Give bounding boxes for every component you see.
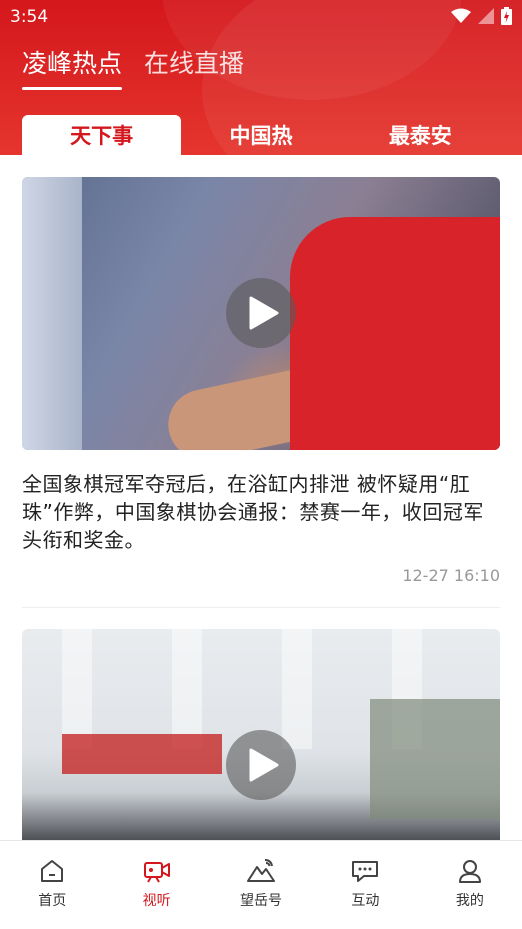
signal-icon bbox=[478, 8, 494, 24]
nav-wangyue[interactable]: 望岳号 bbox=[209, 841, 313, 929]
thumbnail-curtain bbox=[370, 699, 500, 819]
thumbnail-figure bbox=[22, 177, 82, 450]
nav-mine[interactable]: 我的 bbox=[418, 841, 522, 929]
subtab-taian[interactable]: 最泰安 bbox=[341, 115, 500, 155]
chat-icon bbox=[352, 861, 379, 882]
sub-tabs: 天下事 中国热 最泰安 bbox=[22, 115, 500, 155]
nav-label: 首页 bbox=[38, 893, 67, 909]
tab-hotspot[interactable]: 凌峰热点 bbox=[22, 44, 123, 90]
nav-video[interactable]: 视听 bbox=[104, 841, 208, 929]
home-icon bbox=[41, 860, 64, 882]
article-title[interactable]: 全国象棋冠军夺冠后，在浴缸内排泄 被怀疑用“肛珠”作弊，中国象棋协会通报：禁赛一… bbox=[22, 470, 500, 554]
subtab-world[interactable]: 天下事 bbox=[22, 115, 182, 155]
play-icon bbox=[249, 748, 279, 782]
play-icon bbox=[249, 296, 279, 330]
battery-icon bbox=[501, 7, 512, 25]
user-icon bbox=[458, 860, 481, 883]
thumbnail-banner bbox=[62, 734, 222, 774]
nav-label: 我的 bbox=[455, 893, 484, 909]
nav-interact[interactable]: 互动 bbox=[313, 841, 417, 929]
article-card[interactable]: 全国象棋冠军夺冠后，在浴缸内排泄 被怀疑用“肛珠”作弊，中国象棋协会通报：禁赛一… bbox=[22, 177, 500, 608]
article-time: 12-27 16:10 bbox=[402, 566, 500, 585]
bottom-nav: 首页 视听 望岳号 互动 我的 bbox=[0, 840, 522, 929]
tab-live[interactable]: 在线直播 bbox=[144, 44, 244, 90]
nav-home[interactable]: 首页 bbox=[0, 841, 104, 929]
nav-label: 互动 bbox=[351, 893, 380, 909]
wifi-icon bbox=[451, 8, 471, 23]
nav-label: 视听 bbox=[142, 893, 171, 909]
status-icons bbox=[451, 7, 512, 25]
play-button[interactable] bbox=[226, 730, 296, 800]
news-feed: 全国象棋冠军夺冠后，在浴缸内排泄 被怀疑用“肛珠”作弊，中国象棋协会通报：禁赛一… bbox=[22, 177, 500, 902]
video-icon bbox=[143, 862, 170, 883]
thumbnail-shirt bbox=[290, 217, 500, 450]
mountain-icon bbox=[247, 859, 276, 882]
nav-label: 望岳号 bbox=[240, 893, 283, 909]
video-thumbnail[interactable] bbox=[22, 177, 500, 450]
top-tabs: 凌峰热点 在线直播 bbox=[22, 44, 244, 90]
status-time: 3:54 bbox=[10, 7, 49, 27]
divider bbox=[22, 607, 500, 608]
header: 3:54 凌峰热点 在线直播 天下事 中国热 最泰安 bbox=[0, 0, 522, 155]
status-bar: 3:54 bbox=[0, 0, 522, 34]
subtab-china[interactable]: 中国热 bbox=[181, 115, 340, 155]
play-button[interactable] bbox=[226, 278, 296, 348]
